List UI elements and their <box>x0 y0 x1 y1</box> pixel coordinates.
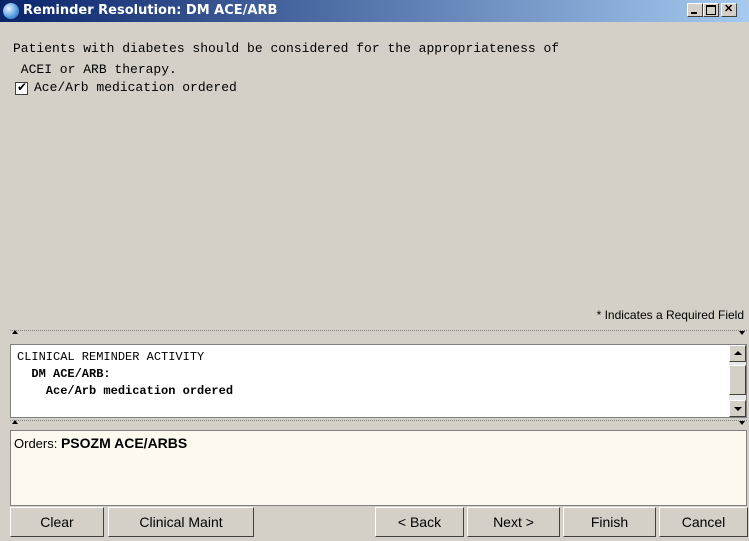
splitter-up-arrow-icon[interactable] <box>12 330 18 334</box>
activity-splitter[interactable] <box>10 330 747 336</box>
orders-splitter[interactable] <box>10 420 747 426</box>
finish-button[interactable]: Finish <box>563 507 656 537</box>
next-button[interactable]: Next > <box>467 507 560 537</box>
reminder-dialog-panel: Patients with diabetes should be conside… <box>0 22 749 322</box>
close-icon[interactable] <box>721 2 737 17</box>
cancel-button[interactable]: Cancel <box>659 507 748 537</box>
activity-scrollbar[interactable] <box>729 345 746 417</box>
window-title: Reminder Resolution: DM ACE/ARB <box>23 3 278 18</box>
clinical-maint-button[interactable]: Clinical Maint <box>108 507 254 537</box>
splitter-down-arrow-icon[interactable] <box>739 421 745 425</box>
app-icon <box>3 3 19 19</box>
scroll-thumb[interactable] <box>729 365 746 395</box>
activity-reminder-name: DM ACE/ARB: <box>17 367 111 381</box>
orders-line: Orders: PSOZM ACE/ARBS <box>14 435 187 451</box>
ace-arb-checkbox[interactable] <box>15 80 28 95</box>
orders-label: Orders: <box>14 436 61 451</box>
scroll-up-icon[interactable] <box>729 345 746 362</box>
scroll-down-icon[interactable] <box>729 400 746 417</box>
activity-item: Ace/Arb medication ordered <box>17 384 234 398</box>
reminder-description: Patients with diabetes should be conside… <box>13 41 560 77</box>
activity-text: CLINICAL REMINDER ACTIVITY DM ACE/ARB: A… <box>17 349 233 400</box>
ace-arb-checkbox-label[interactable]: Ace/Arb medication ordered <box>34 80 237 95</box>
title-bar[interactable]: Reminder Resolution: DM ACE/ARB <box>0 0 749 22</box>
orders-pane: Orders: PSOZM ACE/ARBS <box>10 430 747 506</box>
clinical-reminder-activity-pane: CLINICAL REMINDER ACTIVITY DM ACE/ARB: A… <box>10 344 747 418</box>
minimize-icon[interactable] <box>687 3 703 17</box>
back-button[interactable]: < Back <box>375 507 464 537</box>
reminder-resolution-window: Reminder Resolution: DM ACE/ARB Patients… <box>0 0 749 541</box>
splitter-down-arrow-icon[interactable] <box>739 331 745 335</box>
clear-button[interactable]: Clear <box>10 507 104 537</box>
required-field-note: * Indicates a Required Field <box>596 308 744 322</box>
activity-heading: CLINICAL REMINDER ACTIVITY <box>17 350 205 364</box>
orders-value: PSOZM ACE/ARBS <box>60 435 188 451</box>
maximize-icon[interactable] <box>703 3 719 17</box>
splitter-up-arrow-icon[interactable] <box>12 420 18 424</box>
